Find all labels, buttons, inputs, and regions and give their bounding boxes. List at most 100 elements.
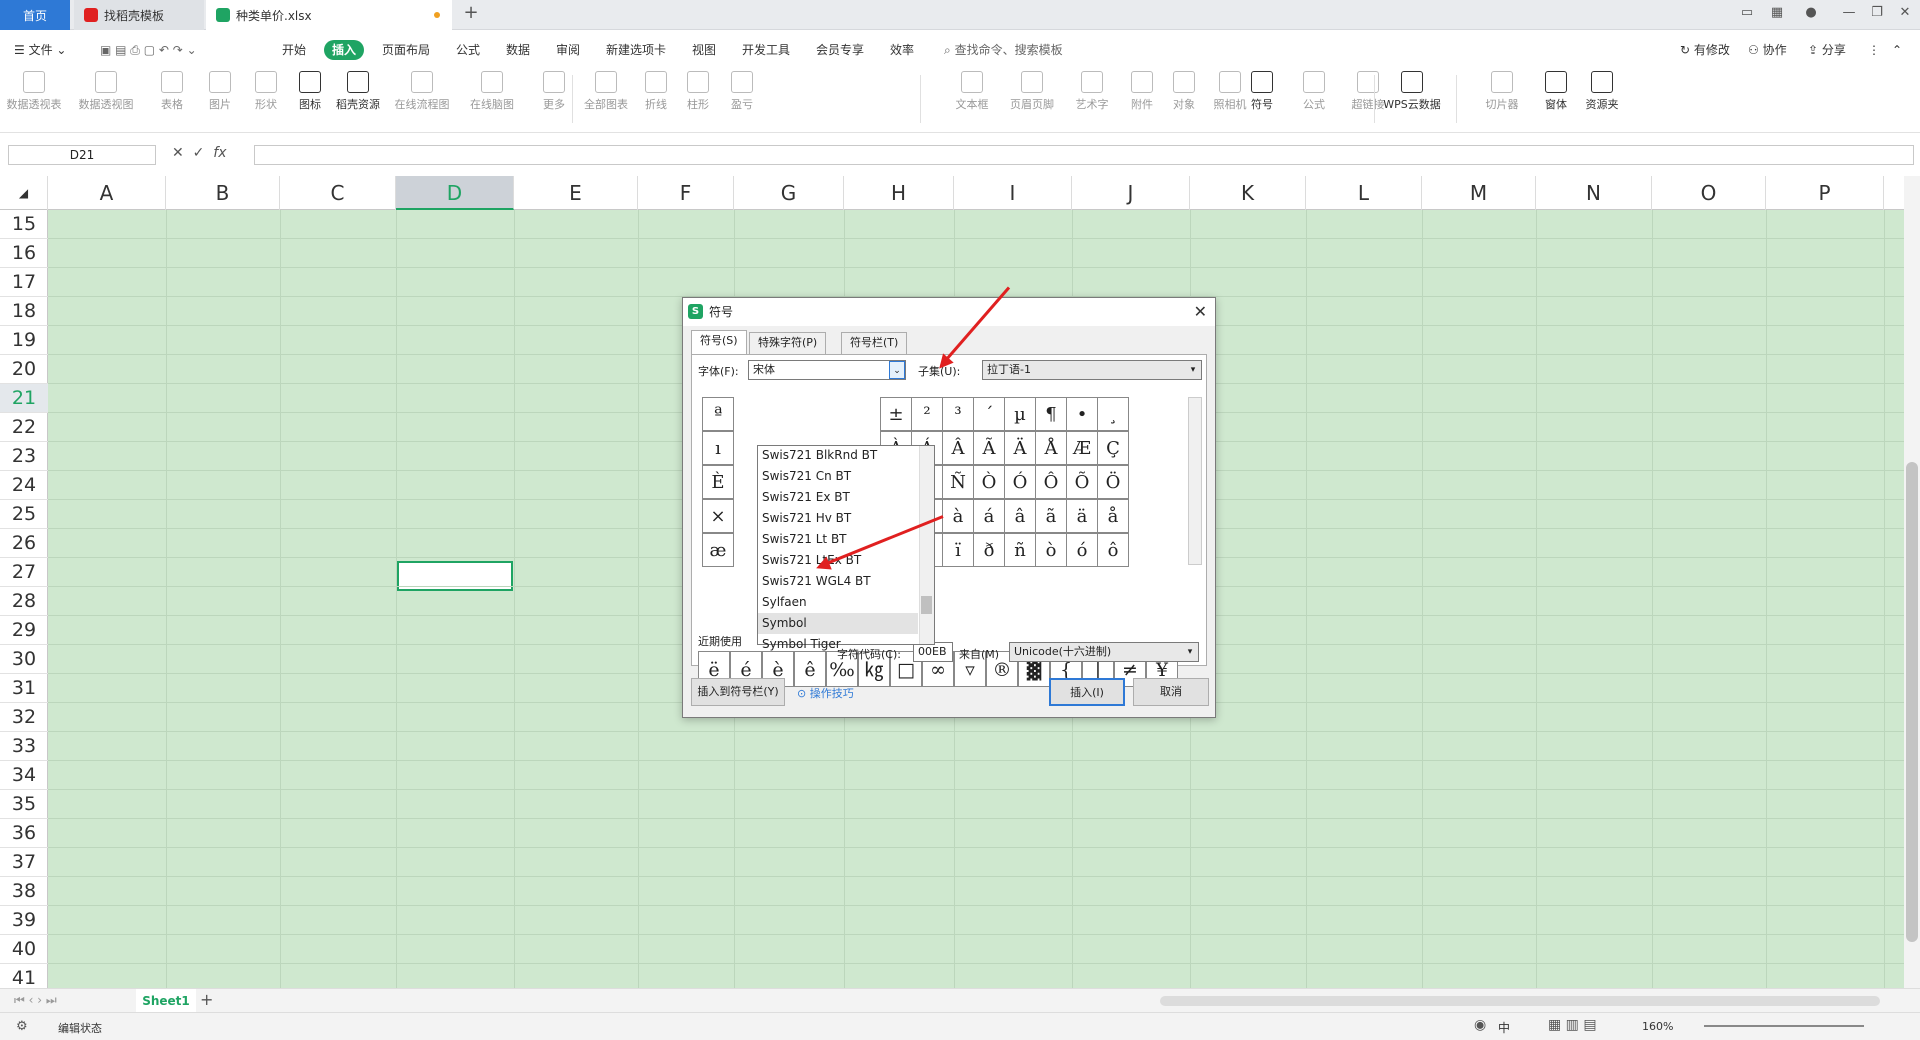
column-header[interactable]: F [638, 176, 734, 210]
ribbon-btn[interactable]: 文本框 [942, 71, 1002, 112]
ribbon-btn[interactable]: 在线脑图 [462, 71, 522, 112]
view-mode-icons[interactable]: ▦ ▥ ▤ [1548, 1017, 1597, 1033]
symbol-cell[interactable]: å [1097, 499, 1129, 533]
column-header[interactable]: P [1766, 176, 1884, 210]
row-header[interactable]: 26 [0, 529, 48, 558]
formula-input[interactable] [254, 145, 1914, 165]
menu-member[interactable]: 会员专享 [816, 40, 864, 60]
menu-file[interactable]: ☰ 文件 ⌄ [14, 40, 66, 60]
row-header[interactable]: 39 [0, 906, 48, 935]
select-all-corner[interactable]: ◢ [0, 176, 48, 210]
more-icon[interactable]: ⋮ [1868, 40, 1880, 60]
column-header[interactable]: J [1072, 176, 1190, 210]
symbol-cell[interactable]: Ã [973, 431, 1005, 465]
column-header[interactable]: H [844, 176, 954, 210]
symbol-cell[interactable]: à [942, 499, 974, 533]
font-list-item[interactable]: Swis721 WGL4 BT [758, 571, 918, 592]
menu-efficiency[interactable]: 效率 [890, 40, 914, 60]
char-code-input[interactable]: 00EB [913, 642, 953, 662]
dropdown-scroll-thumb[interactable] [921, 596, 932, 614]
symbol-cell[interactable]: æ [702, 533, 734, 567]
add-sheet-icon[interactable]: + [200, 990, 213, 1009]
row-header[interactable]: 33 [0, 732, 48, 761]
symbol-cell[interactable]: Ó [1004, 465, 1036, 499]
row-header[interactable]: 27 [0, 558, 48, 587]
row-header[interactable]: 19 [0, 326, 48, 355]
menu-page-layout[interactable]: 页面布局 [382, 40, 430, 60]
symbol-cell[interactable]: Ö [1097, 465, 1129, 499]
symbol-cell[interactable]: ´ [973, 397, 1005, 431]
symbol-cell[interactable]: Ò [973, 465, 1005, 499]
symbol-cell[interactable]: ± [880, 397, 912, 431]
row-header[interactable]: 29 [0, 616, 48, 645]
minimize-icon[interactable]: — [1838, 5, 1860, 25]
command-search[interactable]: ⌕ 查找命令、搜索模板 [944, 40, 1063, 60]
row-header[interactable]: 17 [0, 268, 48, 297]
ribbon-btn[interactable]: 稻壳资源 [328, 71, 388, 112]
row-header[interactable]: 25 [0, 500, 48, 529]
close-window-icon[interactable]: ✕ [1894, 5, 1916, 25]
menu-developer[interactable]: 开发工具 [742, 40, 790, 60]
row-header[interactable]: 24 [0, 471, 48, 500]
font-list-item[interactable]: Sylfaen [758, 592, 918, 613]
row-header[interactable]: 31 [0, 674, 48, 703]
ribbon-btn[interactable]: 资源夹 [1572, 71, 1632, 112]
menu-new-tab[interactable]: 新建选项卡 [606, 40, 666, 60]
row-header[interactable]: 22 [0, 413, 48, 442]
row-header[interactable]: 21 [0, 384, 48, 413]
new-tab-icon[interactable]: + [460, 2, 482, 23]
collaborate-button[interactable]: ⚇ 协作 [1748, 40, 1787, 60]
symbol-cell[interactable]: ı [702, 431, 734, 465]
row-header[interactable]: 36 [0, 819, 48, 848]
row-header[interactable]: 23 [0, 442, 48, 471]
font-list-item[interactable]: Swis721 Lt BT [758, 529, 918, 550]
sheet-tab-sheet1[interactable]: Sheet1 [136, 989, 196, 1013]
font-list-item[interactable]: Symbol [758, 613, 918, 634]
symbol-cell[interactable]: Õ [1066, 465, 1098, 499]
tab-workbook[interactable]: 种类单价.xlsx [206, 0, 452, 30]
symbol-cell[interactable]: × [702, 499, 734, 533]
quick-access-icons[interactable]: ▣ ▤ ⎙ ▢ ↶ ↷ ⌄ [100, 40, 197, 60]
row-header[interactable]: 37 [0, 848, 48, 877]
tab-special-chars[interactable]: 特殊字符(P) [749, 332, 827, 354]
ribbon-btn[interactable]: 数据透视表 [4, 71, 64, 112]
column-header[interactable]: N [1536, 176, 1652, 210]
row-header[interactable]: 28 [0, 587, 48, 616]
cancel-button[interactable]: 取消 [1133, 678, 1209, 706]
avatar[interactable]: ● [1800, 5, 1822, 25]
symbol-cell[interactable]: Ç [1097, 431, 1129, 465]
symbol-cell[interactable]: ï [942, 533, 974, 567]
ribbon-btn[interactable]: 盈亏 [712, 71, 772, 112]
symbol-cell[interactable]: ò [1035, 533, 1067, 567]
ribbon-btn[interactable]: 数据透视图 [76, 71, 136, 112]
insert-button[interactable]: 插入(I) [1049, 678, 1125, 706]
modified-button[interactable]: ↻ 有修改 [1680, 40, 1730, 60]
symbol-cell[interactable]: â [1004, 499, 1036, 533]
font-list-item[interactable]: Swis721 Cn BT [758, 466, 918, 487]
row-header[interactable]: 38 [0, 877, 48, 906]
column-header[interactable]: E [514, 176, 638, 210]
symbol-cell[interactable]: Â [942, 431, 974, 465]
vertical-scroll-thumb[interactable] [1906, 462, 1918, 942]
font-list-item[interactable]: Swis721 BlkRnd BT [758, 445, 918, 466]
eye-protect-icon[interactable]: ◉ [1474, 1017, 1486, 1033]
menu-review[interactable]: 审阅 [556, 40, 580, 60]
symbol-cell[interactable]: á [973, 499, 1005, 533]
dialog-close-icon[interactable]: ✕ [1194, 302, 1207, 321]
ribbon-btn[interactable]: 切片器 [1472, 71, 1532, 112]
symbol-cell[interactable]: ² [911, 397, 943, 431]
tab-symbol[interactable]: 符号(S) [691, 330, 747, 354]
font-list-item[interactable]: Swis721 Ex BT [758, 487, 918, 508]
symbol-cell[interactable]: • [1066, 397, 1098, 431]
column-header[interactable]: O [1652, 176, 1766, 210]
sheet-nav-icons[interactable]: ⏮ ‹ › ⏭ [14, 993, 57, 1008]
fx-icon[interactable]: fx [213, 145, 226, 161]
symbol-cell[interactable]: Ä [1004, 431, 1036, 465]
symbol-grid-scrollbar[interactable] [1188, 397, 1202, 565]
tips-link[interactable]: ⊙ 操作技巧 [797, 685, 854, 701]
tab-template[interactable]: 找稻壳模板 [74, 0, 204, 30]
ribbon-btn[interactable]: 在线流程图 [392, 71, 452, 112]
symbol-cell[interactable]: ¸ [1097, 397, 1129, 431]
symbol-cell[interactable]: Ñ [942, 465, 974, 499]
macro-icon[interactable]: ⚙ [16, 1019, 28, 1034]
